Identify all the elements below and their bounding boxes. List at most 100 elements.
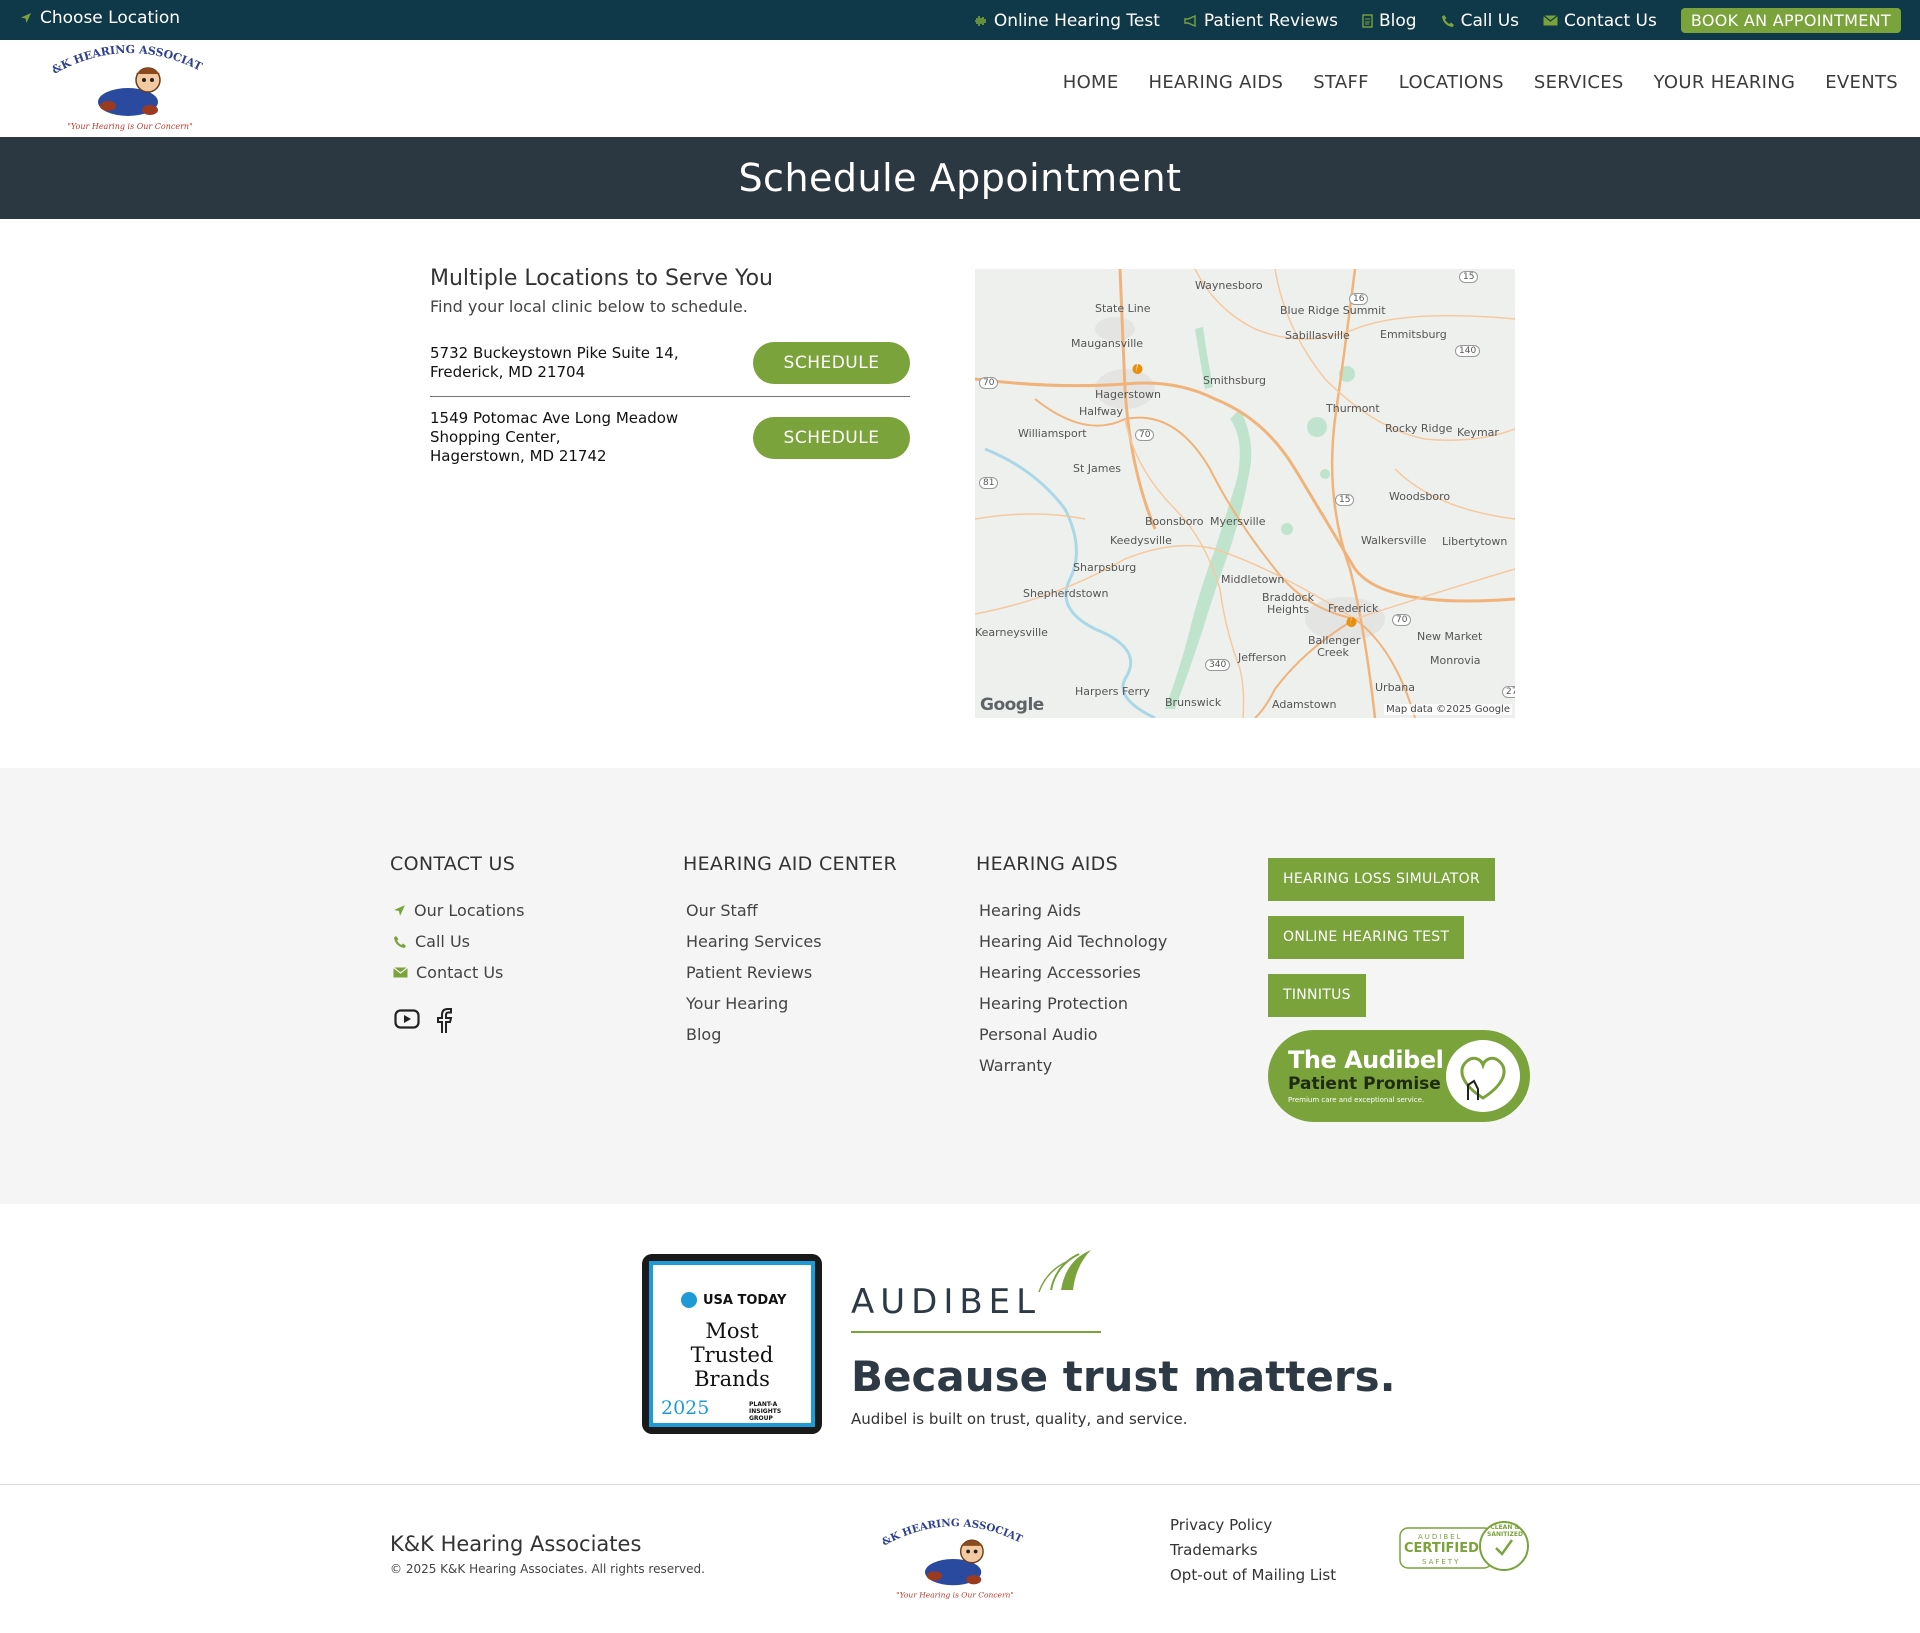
route-shield: 340	[1205, 659, 1231, 671]
privacy-policy-link[interactable]: Privacy Policy	[1170, 1513, 1336, 1538]
promise-caption: Premium care and exceptional service.	[1288, 1096, 1425, 1104]
patient-reviews-label: Patient Reviews	[1203, 10, 1338, 31]
map-place: Ballenger Creek	[1308, 634, 1361, 659]
nav-services[interactable]: SERVICES	[1534, 72, 1624, 93]
patient-reviews-link[interactable]: Patient Reviews	[1184, 11, 1338, 31]
route-shield: 81	[979, 477, 999, 489]
youtube-icon[interactable]	[394, 1008, 420, 1034]
svg-text:K&K HEARING ASSOCIATES: K&K HEARING ASSOCIATES	[880, 1513, 1024, 1548]
footer-link-hearing-accessories[interactable]: Hearing Accessories	[976, 957, 1167, 988]
book-appointment-button[interactable]: BOOK AN APPOINTMENT	[1680, 8, 1901, 33]
logo-text: K&K HEARING ASSOCIATES	[880, 1513, 1024, 1548]
online-hearing-test-button[interactable]: ONLINE HEARING TEST	[1268, 916, 1465, 959]
badge-title: Most Trusted Brands	[653, 1319, 811, 1391]
utility-links: Online Hearing Test Patient Reviews Blog…	[974, 8, 1901, 33]
map-place: Blue Ridge Summit	[1280, 304, 1386, 317]
map-place: Williamsport	[1018, 427, 1087, 440]
audibel-patient-promise-badge[interactable]: The Audibel Patient Promise Premium care…	[1268, 1030, 1530, 1122]
map-place: Frederick	[1328, 602, 1379, 615]
audibel-wordmark: AUDIBEL	[851, 1282, 1042, 1322]
choose-location-link[interactable]: Choose Location	[20, 8, 180, 28]
promise-subtitle: Patient Promise	[1288, 1074, 1441, 1094]
hearing-loss-simulator-button[interactable]: HEARING LOSS SIMULATOR	[1268, 858, 1495, 901]
audibel-certified-safety-badge: AUDIBEL CERTIFIED SAFETY CLEAN & SANITIZ…	[1398, 1516, 1530, 1578]
tinnitus-button[interactable]: TINNITUS	[1268, 974, 1366, 1017]
address-line: Hagerstown, MD 21742	[430, 447, 607, 465]
opt-out-link[interactable]: Opt-out of Mailing List	[1170, 1563, 1336, 1588]
trademarks-link[interactable]: Trademarks	[1170, 1538, 1336, 1563]
map-place: Maugansville	[1071, 337, 1144, 350]
map-place: Adamstown	[1272, 698, 1337, 711]
contact-us-link[interactable]: Contact Us	[1543, 11, 1657, 31]
badge-partner: PLANT-A INSIGHTS GROUP	[749, 1401, 782, 1422]
promise-title: The Audibel	[1288, 1046, 1444, 1074]
footer-link-blog[interactable]: Blog	[683, 1019, 897, 1050]
cert-line: CERTIFIED	[1404, 1541, 1479, 1556]
site-logo[interactable]: K&K HEARING ASSOCIATES "Your Hearing is …	[50, 42, 210, 134]
route-shield: 70	[1135, 429, 1155, 441]
nav-staff[interactable]: STAFF	[1313, 72, 1369, 93]
map-place: Waynesboro	[1195, 279, 1263, 292]
nav-events[interactable]: EVENTS	[1825, 72, 1898, 93]
map-place: Jefferson	[1238, 651, 1287, 664]
cert-line: AUDIBEL	[1418, 1533, 1463, 1541]
nav-your-hearing[interactable]: YOUR HEARING	[1654, 72, 1796, 93]
logo-tagline: "Your Hearing is Our Concern"	[67, 122, 193, 131]
address-line: Frederick, MD 21704	[430, 363, 586, 381]
footer-link-hearing-aid-technology[interactable]: Hearing Aid Technology	[976, 926, 1167, 957]
footer-link-hearing-aids[interactable]: Hearing Aids	[976, 895, 1167, 926]
trust-tagline: Because trust matters.	[851, 1352, 1396, 1401]
footer-link-our-staff[interactable]: Our Staff	[683, 895, 897, 926]
badge-line: Most	[705, 1319, 759, 1343]
trust-section: USA TODAY Most Trusted Brands 2025 PLANT…	[0, 1204, 1920, 1484]
cert-seal: CLEAN & SANITIZED	[1487, 1524, 1523, 1538]
map-place: Brunswick	[1165, 696, 1222, 709]
logo-tagline: "Your Hearing is Our Concern"	[896, 1590, 1014, 1599]
footer-link-personal-audio[interactable]: Personal Audio	[976, 1019, 1167, 1050]
usa-today-badge: USA TODAY Most Trusted Brands 2025 PLANT…	[642, 1254, 822, 1434]
audibel-brand-block: AUDIBEL Because trust matters. Audibel i…	[851, 1240, 1396, 1440]
map-place: St James	[1073, 462, 1121, 475]
nav-hearing-aids[interactable]: HEARING AIDS	[1149, 72, 1284, 93]
map-place: Kearneysville	[975, 626, 1048, 639]
map-place: Libertytown	[1442, 535, 1508, 548]
map-place: Shepherdstown	[1023, 587, 1109, 600]
address-line: 1549 Potomac Ave Long Meadow	[430, 409, 679, 427]
map-place: Harpers Ferry	[1075, 685, 1150, 698]
footer-link-your-hearing[interactable]: Your Hearing	[683, 988, 897, 1019]
route-shield: 140	[1455, 345, 1481, 357]
footer-link-hearing-services[interactable]: Hearing Services	[683, 926, 897, 957]
map-place: Keymar	[1457, 426, 1499, 439]
footer-call-us-link[interactable]: Call Us	[390, 926, 524, 957]
footer-link-hearing-protection[interactable]: Hearing Protection	[976, 988, 1167, 1019]
blog-label: Blog	[1379, 10, 1417, 31]
route-shield: 15	[1335, 494, 1355, 506]
nav-locations[interactable]: LOCATIONS	[1399, 72, 1504, 93]
map-place: Sabillasville	[1285, 329, 1350, 342]
route-shield: 16	[1349, 293, 1369, 305]
envelope-icon	[1543, 15, 1558, 26]
copyright: © 2025 K&K Hearing Associates. All right…	[390, 1562, 705, 1576]
footer-logo[interactable]: K&K HEARING ASSOCIATES "Your Hearing is …	[880, 1513, 1030, 1605]
map-place: Urbana	[1375, 681, 1416, 694]
footer-link-label: Our Locations	[414, 901, 525, 920]
facebook-icon[interactable]	[434, 1008, 454, 1034]
document-icon	[1362, 13, 1373, 28]
online-hearing-test-link[interactable]: Online Hearing Test	[974, 11, 1160, 31]
footer-link-warranty[interactable]: Warranty	[976, 1050, 1167, 1081]
blog-link[interactable]: Blog	[1362, 11, 1417, 31]
page-title: Schedule Appointment	[738, 156, 1182, 200]
map-place: Woodsboro	[1389, 490, 1451, 503]
footer-our-locations-link[interactable]: Our Locations	[390, 895, 524, 926]
footer-link-patient-reviews[interactable]: Patient Reviews	[683, 957, 897, 988]
route-shield: 27	[1502, 686, 1515, 698]
nav-home[interactable]: HOME	[1063, 72, 1119, 93]
schedule-button[interactable]: SCHEDULE	[753, 342, 910, 384]
google-map[interactable]: Waynesboro State Line Blue Ridge Summit …	[975, 269, 1515, 718]
map-place: Halfway	[1079, 405, 1123, 418]
footer-center-heading: HEARING AID CENTER	[683, 853, 898, 875]
schedule-button[interactable]: SCHEDULE	[753, 416, 910, 459]
svg-text:K&K HEARING ASSOCIATES: K&K HEARING ASSOCIATES	[50, 42, 205, 77]
footer-contact-us-link[interactable]: Contact Us	[390, 957, 524, 988]
call-us-link[interactable]: Call Us	[1441, 11, 1519, 31]
